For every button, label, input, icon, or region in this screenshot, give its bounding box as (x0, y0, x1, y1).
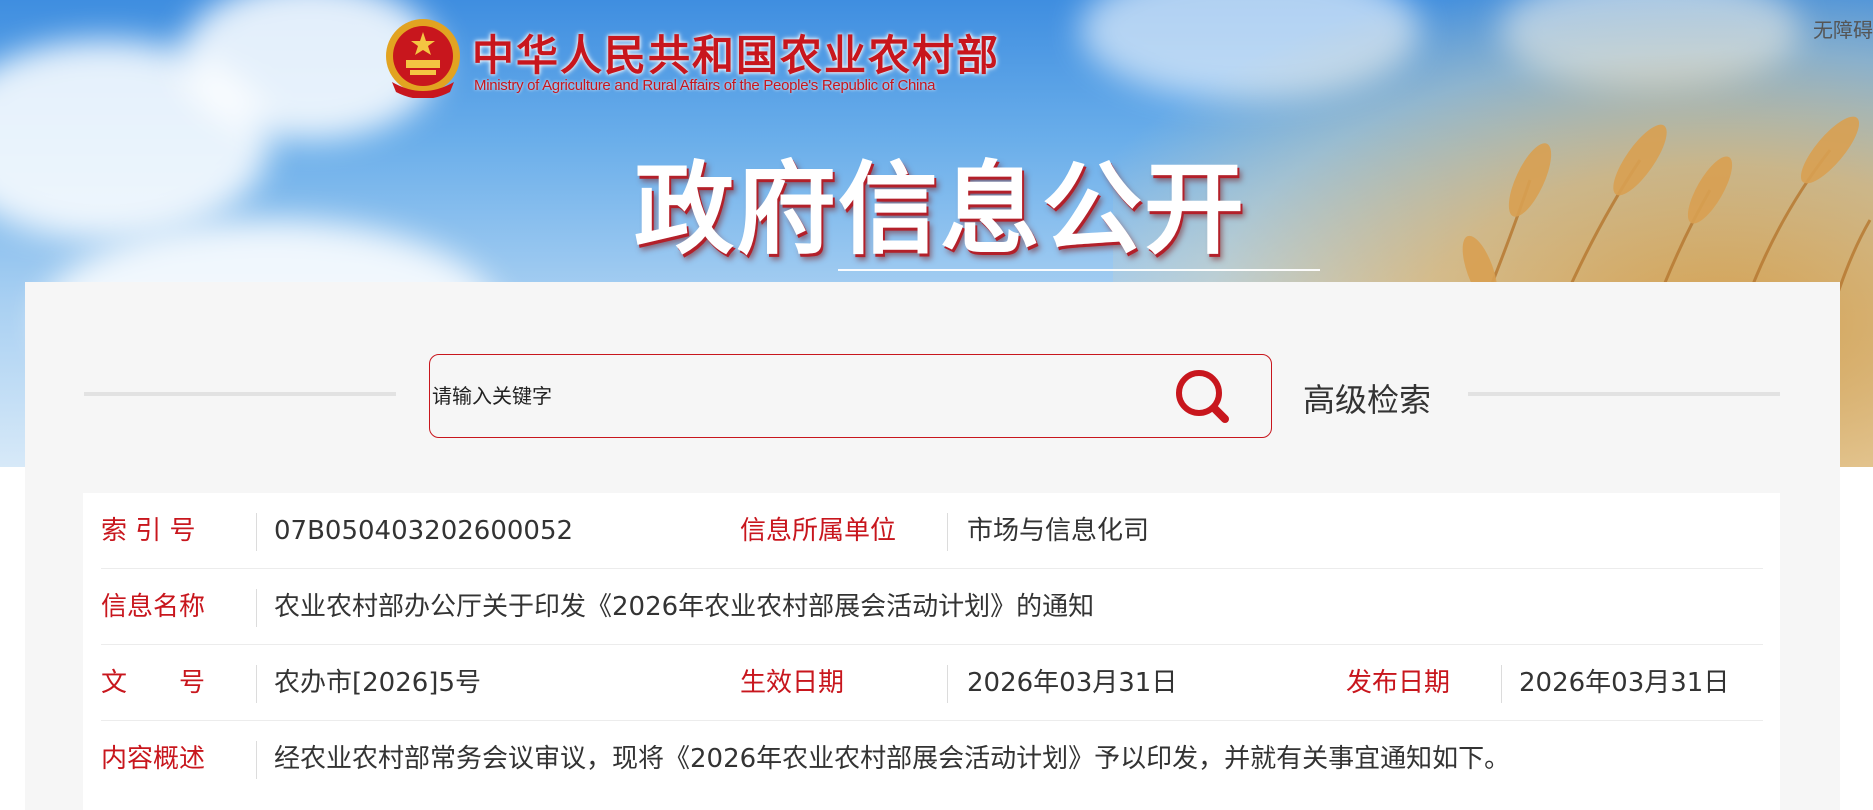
effective-date-value: 2026年03月31日 (967, 668, 1178, 698)
accessibility-link[interactable]: 无障碍 (1813, 14, 1873, 43)
brand-title-en[interactable]: Ministry of Agriculture and Rural Affair… (474, 77, 935, 94)
effective-date-label: 生效日期 (740, 668, 845, 698)
info-row: 索 引 号 07B050403202600052 信息所属单位 市场与信息化司 (101, 493, 1763, 569)
index-label: 索 引 号 (101, 516, 196, 546)
divider (256, 589, 257, 627)
search-box (429, 354, 1272, 438)
divider (947, 665, 948, 703)
docno-value: 农办市[2026]5号 (274, 668, 481, 698)
publish-date-value: 2026年03月31日 (1519, 668, 1730, 698)
index-value: 07B050403202600052 (274, 516, 574, 546)
unit-value: 市场与信息化司 (967, 516, 1150, 546)
search-divider-left (84, 392, 396, 396)
docno-label: 文 号 (101, 668, 206, 698)
advanced-search-link[interactable]: 高级检索 (1303, 375, 1431, 421)
publish-date-label: 发布日期 (1346, 668, 1451, 698)
divider (256, 741, 257, 779)
name-label: 信息名称 (101, 592, 206, 622)
brand-title-cn[interactable]: 中华人民共和国农业农村部 (472, 22, 1000, 83)
divider (947, 513, 948, 551)
summary-label: 内容概述 (101, 744, 206, 774)
info-row: 内容概述 经农业农村部常务会议审议，现将《2026年农业农村部展会活动计划》予以… (101, 721, 1763, 797)
national-emblem-icon (386, 19, 460, 98)
divider (1501, 665, 1502, 703)
info-row: 信息名称 农业农村部办公厅关于印发《2026年农业农村部展会活动计划》的通知 (101, 569, 1763, 645)
info-row: 文 号 农办市[2026]5号 生效日期 2026年03月31日 发布日期 20… (101, 645, 1763, 721)
name-value: 农业农村部办公厅关于印发《2026年农业农村部展会活动计划》的通知 (274, 592, 1095, 622)
search-icon[interactable] (1173, 367, 1233, 427)
search-input[interactable] (432, 357, 1162, 435)
divider (256, 513, 257, 551)
info-table: 索 引 号 07B050403202600052 信息所属单位 市场与信息化司 … (83, 493, 1780, 810)
page-heading: 政府信息公开 (634, 151, 1246, 268)
unit-label: 信息所属单位 (740, 516, 897, 546)
divider (256, 665, 257, 703)
heading-underline (838, 269, 1320, 271)
search-divider-right (1468, 392, 1780, 396)
summary-value: 经农业农村部常务会议审议，现将《2026年农业农村部展会活动计划》予以印发，并就… (274, 744, 1511, 774)
